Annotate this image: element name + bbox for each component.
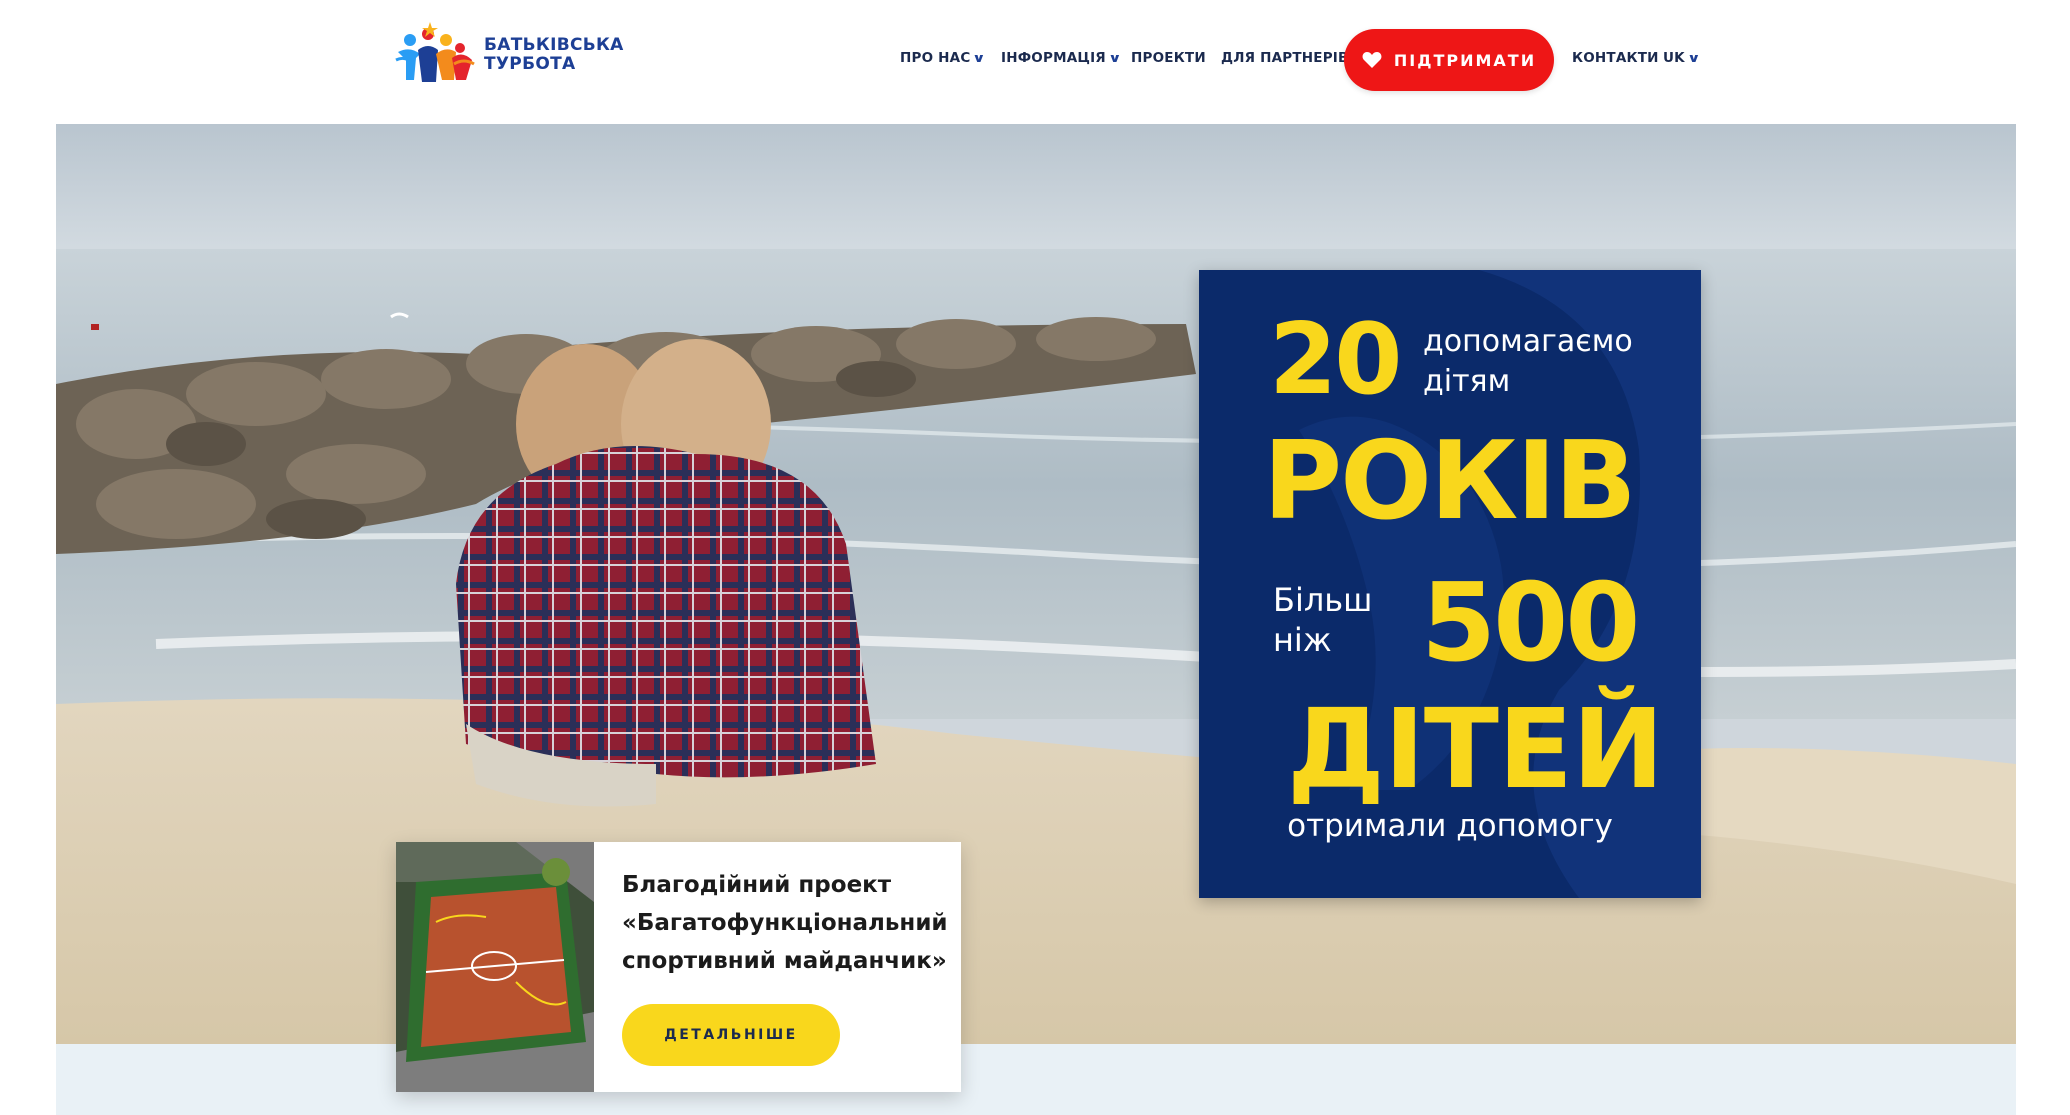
details-button[interactable]: ДЕТАЛЬНІШЕ [622, 1004, 840, 1066]
project-title-line1: Благодійний проект [622, 872, 892, 898]
project-title-line2: «Багатофункціональний [622, 910, 948, 936]
stats-panel: 20 допомагаємо дітям РОКІВ Більш ніж 500… [1199, 270, 1701, 898]
sports-ground-image [396, 842, 594, 1092]
chevron-down-icon: ∨ [972, 51, 987, 65]
project-title-line3: спортивний майданчик» [622, 948, 947, 974]
heart-icon [1362, 52, 1382, 68]
years-number: 20 [1269, 303, 1402, 417]
received-help-caption: отримали допомогу [1287, 808, 1613, 844]
nav-item-projects-label: ПРОЕКТИ [1131, 50, 1206, 66]
project-title: Благодійний проект «Багатофункціональний… [622, 866, 948, 980]
language-label: UK [1663, 50, 1685, 66]
site-header: БАТЬКІВСЬКА ТУРБОТА ПРО НАС ∨ ІНФОРМАЦІЯ ∨… [0, 0, 2070, 124]
nav-item-partners[interactable]: ДЛЯ ПАРТНЕРІВ [1221, 50, 1349, 66]
nav-item-about-label: ПРО НАС [900, 50, 971, 66]
more-than-line2: ніж [1273, 621, 1332, 659]
chevron-down-icon: ∨ [1107, 51, 1122, 65]
nav-item-contacts[interactable]: КОНТАКТИ [1572, 50, 1659, 66]
chevron-down-icon: ∨ [1686, 51, 1701, 65]
support-button-label: ПІДТРИМАТИ [1393, 50, 1537, 70]
years-caption-line2: дітям [1423, 364, 1511, 399]
nav-item-about[interactable]: ПРО НАС ∨ [900, 50, 987, 66]
years-word: РОКІВ [1263, 419, 1637, 544]
nav-item-info[interactable]: ІНФОРМАЦІЯ ∨ [1001, 50, 1122, 66]
project-card[interactable]: Благодійний проект «Багатофункціональний… [396, 842, 961, 1092]
hero-bottom-strip [56, 1044, 2016, 1115]
hero-banner [56, 124, 2016, 1044]
nav-item-info-label: ІНФОРМАЦІЯ [1001, 50, 1106, 66]
support-button[interactable]: ПІДТРИМАТИ [1344, 29, 1554, 91]
nav-item-contacts-label: КОНТАКТИ [1572, 50, 1659, 66]
children-number: 500 [1421, 561, 1640, 686]
years-caption: допомагаємо дітям [1423, 322, 1633, 402]
language-switcher[interactable]: UK ∨ [1663, 50, 1701, 66]
children-word: ДІТЕЙ [1287, 685, 1664, 813]
nav-item-projects[interactable]: ПРОЕКТИ [1131, 50, 1206, 66]
more-than-caption: Більш ніж [1273, 580, 1372, 660]
years-caption-line1: допомагаємо [1423, 324, 1633, 359]
nav-item-partners-label: ДЛЯ ПАРТНЕРІВ [1221, 50, 1349, 66]
hero-beach-photo [56, 124, 2016, 1044]
main-nav: ПРО НАС ∨ ІНФОРМАЦІЯ ∨ ПРОЕКТИ ДЛЯ ПАРТНЕР… [0, 28, 2070, 92]
more-than-line1: Більш [1273, 581, 1373, 619]
